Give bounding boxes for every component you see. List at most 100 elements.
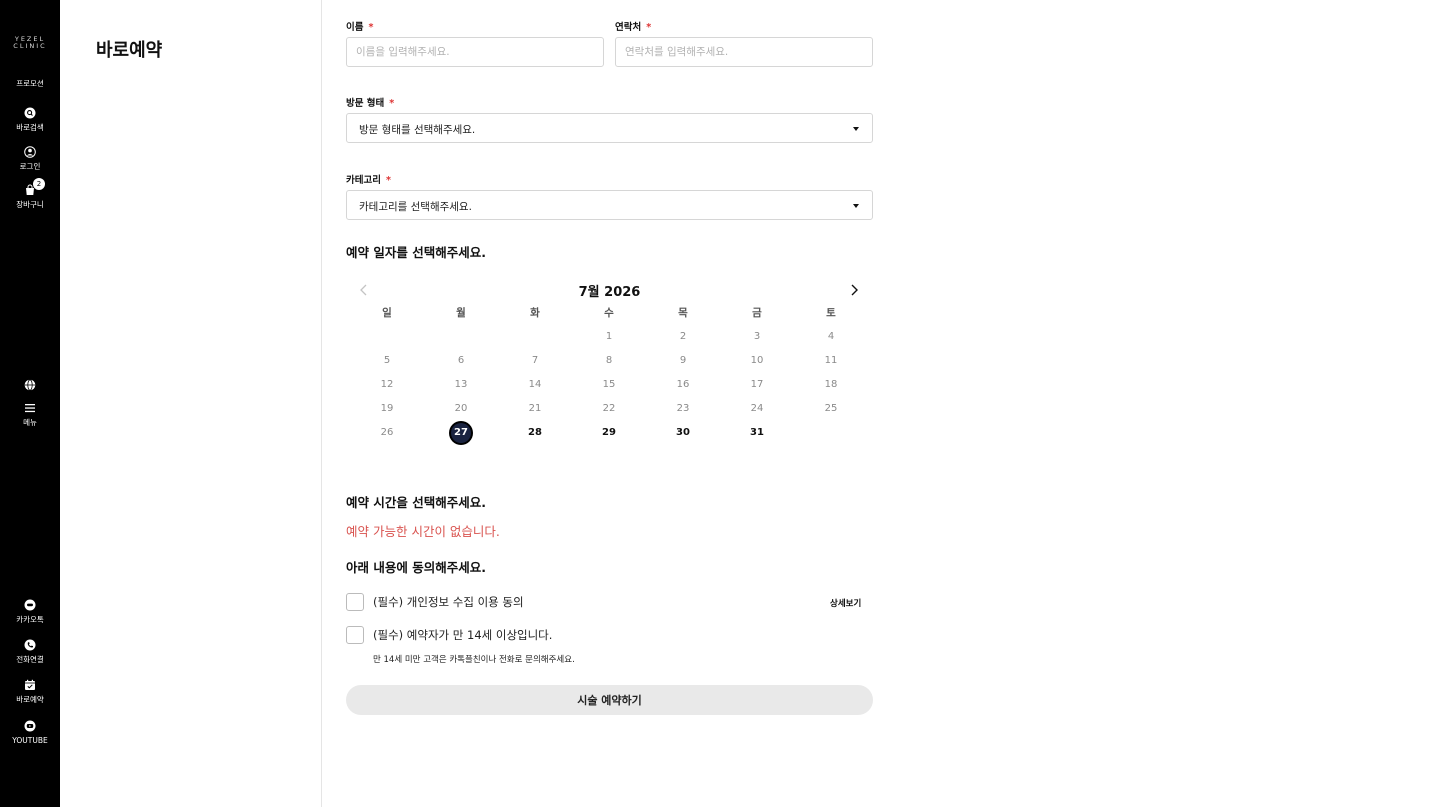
required-mark: * <box>385 175 391 186</box>
privacy-consent-checkbox[interactable] <box>346 593 364 611</box>
calendar-day: 3 <box>720 329 794 353</box>
calendar-day[interactable]: 31 <box>720 425 794 449</box>
calendar-week-row: 12 13 14 15 16 17 18 <box>350 377 868 401</box>
calendar-weekday: 월 <box>456 307 466 319</box>
calendar-day: 7 <box>498 353 572 377</box>
calendar-day: 17 <box>720 377 794 401</box>
sidebar-item-youtube[interactable]: YOUTUBE <box>0 720 60 745</box>
calendar-day: 26 <box>350 425 424 449</box>
sidebar-item-phone[interactable]: 전화연결 <box>0 639 60 664</box>
sidebar-item-label: 바로예약 <box>16 695 44 704</box>
calendar-day: 20 <box>424 401 498 425</box>
search-icon <box>24 107 36 119</box>
category-label: 카테고리 * <box>346 175 391 186</box>
privacy-detail-link[interactable]: 상세보기 <box>830 597 861 609</box>
calendar-day: 16 <box>646 377 720 401</box>
calendar-day-number: 22 <box>602 403 616 414</box>
calendar-day-number: 3 <box>753 331 761 342</box>
date-section-title: 예약 일자를 선택해주세요. <box>346 245 486 260</box>
sidebar-item-label: 로그인 <box>19 162 41 171</box>
calendar-day-number: 19 <box>380 403 394 414</box>
calendar-week-row: 1 2 3 4 <box>350 329 868 353</box>
calendar-day-number: 16 <box>676 379 690 390</box>
page-title: 바로예약 <box>96 40 163 61</box>
calendar-day: 22 <box>572 401 646 425</box>
calendar-day-number: 7 <box>531 355 539 366</box>
calendar-day-number: 20 <box>454 403 468 414</box>
calendar-day: 25 <box>794 401 868 425</box>
caret-down-icon <box>853 127 859 131</box>
globe-icon <box>24 379 36 391</box>
sidebar-item-reservation[interactable]: 바로예약 <box>0 679 60 704</box>
calendar-week-row: 19 20 21 22 23 24 25 <box>350 401 868 425</box>
calendar-day-number: 13 <box>454 379 468 390</box>
age-consent-checkbox[interactable] <box>346 626 364 644</box>
calendar-day: 24 <box>720 401 794 425</box>
calendar-day: 1 <box>572 329 646 353</box>
calendar-day: 21 <box>498 401 572 425</box>
sidebar-item-promotion[interactable]: 프로모션 <box>0 79 60 88</box>
sidebar-item-login[interactable]: 로그인 <box>0 146 60 171</box>
calendar-day: 13 <box>424 377 498 401</box>
sidebar-item-label: YOUTUBE <box>12 736 48 745</box>
calendar-weekday: 수 <box>604 307 614 319</box>
calendar-day-number: 4 <box>827 331 835 342</box>
calendar-day-number: 27 <box>451 423 471 443</box>
calendar-empty-cell <box>350 329 424 353</box>
calendar-day[interactable]: 30 <box>646 425 720 449</box>
caret-down-icon <box>853 204 859 208</box>
calendar-day: 6 <box>424 353 498 377</box>
calendar-day: 4 <box>794 329 868 353</box>
privacy-consent-label: (필수) 개인정보 수집 이용 동의 <box>373 595 524 609</box>
calendar-weekday: 화 <box>530 307 540 319</box>
name-input[interactable] <box>346 37 604 67</box>
name-label: 이름 * <box>346 22 374 33</box>
visit-type-label: 방문 형태 * <box>346 98 395 109</box>
calendar-day[interactable]: 29 <box>572 425 646 449</box>
menu-icon <box>25 404 35 413</box>
calendar-grid: 일 월 화 수 목 금 토 1 2 3 4 5 6 7 8 9 10 11 12 13 14 15 16 17 18 19 20 21… <box>350 305 868 449</box>
calendar-day: 5 <box>350 353 424 377</box>
sidebar-item-search[interactable]: 바로검색 <box>0 107 60 132</box>
sidebar-item-label: 바로검색 <box>16 123 44 132</box>
calendar-day: 18 <box>794 377 868 401</box>
calendar-week-row: 5 6 7 8 9 10 11 <box>350 353 868 377</box>
youtube-icon <box>24 720 36 732</box>
visit-type-selected: 방문 형태를 선택해주세요. <box>359 124 476 136</box>
calendar-day-number: 1 <box>605 331 613 342</box>
calendar-day-number: 28 <box>528 427 542 438</box>
calendar-day: 23 <box>646 401 720 425</box>
clinic-logo[interactable]: YEZEL CLINIC <box>0 36 60 50</box>
calendar-day-number: 29 <box>602 427 616 438</box>
column-divider <box>321 0 322 807</box>
calendar-day-number: 15 <box>602 379 616 390</box>
category-select[interactable]: 카테고리를 선택해주세요. <box>346 190 873 220</box>
calendar-empty-cell <box>794 425 868 449</box>
calendar-day: 10 <box>720 353 794 377</box>
calendar-day-number: 24 <box>750 403 764 414</box>
contact-input[interactable] <box>615 37 873 67</box>
required-mark: * <box>646 22 652 33</box>
calendar-day-number: 25 <box>824 403 838 414</box>
user-icon <box>24 146 36 158</box>
phone-icon <box>24 639 36 651</box>
sidebar-item-kakaotalk[interactable]: 카카오톡 <box>0 599 60 624</box>
calendar-day-number: 30 <box>676 427 690 438</box>
calendar-weekday: 일 <box>382 307 392 319</box>
visit-type-select[interactable]: 방문 형태를 선택해주세요. <box>346 113 873 143</box>
chevron-right-icon[interactable] <box>846 282 862 298</box>
sidebar-item-language[interactable] <box>0 379 60 395</box>
calendar-check-icon <box>25 679 35 690</box>
calendar-day[interactable]: 28 <box>498 425 572 449</box>
sidebar: YEZEL CLINIC 프로모션 바로검색 로그인 2 장바구니 메뉴 카카오… <box>0 0 60 807</box>
sidebar-item-menu[interactable]: 메뉴 <box>0 402 60 427</box>
sidebar-item-cart[interactable]: 2 장바구니 <box>0 178 60 209</box>
calendar-day-number: 11 <box>824 355 838 366</box>
calendar-day-number: 26 <box>380 427 394 438</box>
submit-reservation-button[interactable]: 시술 예약하기 <box>346 685 873 715</box>
calendar-day-number: 14 <box>528 379 542 390</box>
calendar-weekday: 목 <box>678 307 688 319</box>
calendar-weekday: 금 <box>752 307 762 319</box>
calendar-day-number: 8 <box>605 355 613 366</box>
calendar-day-selected[interactable]: 27 <box>424 423 498 449</box>
